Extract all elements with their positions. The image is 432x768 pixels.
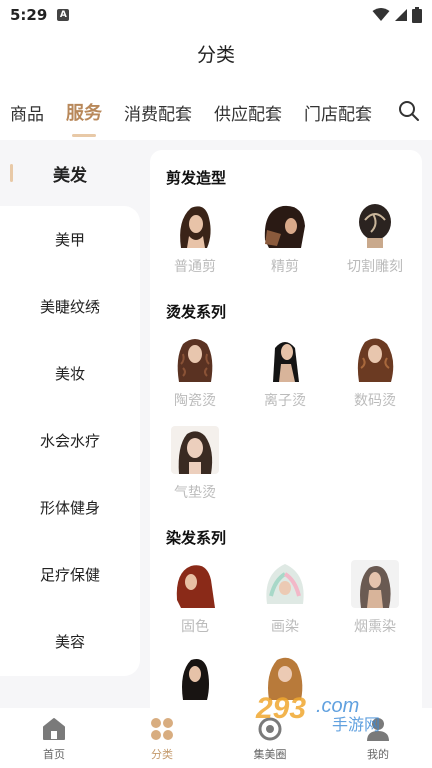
hair-photo-icon xyxy=(261,652,309,700)
status-bar: 5:29 A xyxy=(0,0,432,30)
service-item[interactable]: 固色 xyxy=(150,560,240,636)
category-icon xyxy=(151,718,173,740)
item-label: 画染 xyxy=(271,619,299,635)
user-icon xyxy=(367,718,389,741)
tab-consumer-supplies[interactable]: 消费配套 xyxy=(124,100,192,125)
notification-icon: A xyxy=(57,9,70,21)
service-item[interactable] xyxy=(150,652,240,700)
item-label: 普通剪 xyxy=(174,259,216,275)
sidebar-item-label: 美发 xyxy=(53,165,87,186)
service-item[interactable]: 切割雕刻 xyxy=(330,200,420,276)
top-tab-bar: 商品 服务 消费配套 供应配套 门店配套 xyxy=(0,92,432,137)
wifi-icon xyxy=(372,8,390,21)
tab-goods[interactable]: 商品 xyxy=(10,100,44,125)
sidebar-item-label: 水会水疗 xyxy=(39,432,100,450)
sidebar-item-active[interactable]: 美发 xyxy=(0,140,140,206)
nav-label: 分类 xyxy=(151,748,173,761)
hair-photo-icon xyxy=(261,334,309,382)
tab-store-supplies[interactable]: 门店配套 xyxy=(304,100,372,125)
item-label: 切割雕刻 xyxy=(347,259,403,275)
service-item[interactable]: 画染 xyxy=(240,560,330,636)
item-label: 离子烫 xyxy=(264,393,306,409)
service-item[interactable]: 陶瓷烫 xyxy=(150,334,240,410)
service-item[interactable]: 普通剪 xyxy=(150,200,240,276)
nav-circle[interactable]: 集美圈 xyxy=(216,708,324,768)
status-icons xyxy=(372,7,422,23)
hair-photo-icon xyxy=(171,200,219,248)
service-item[interactable]: 精剪 xyxy=(240,200,330,276)
sidebar-item-label: 美妆 xyxy=(54,365,85,383)
item-label: 陶瓷烫 xyxy=(174,393,216,409)
sidebar: 美甲 美睫纹绣 美妆 水会水疗 形体健身 足疗保健 美容 xyxy=(0,206,140,676)
section-title: 剪发造型 xyxy=(166,169,227,187)
sidebar-item-fitness[interactable]: 形体健身 xyxy=(0,474,140,541)
hair-photo-icon xyxy=(261,200,309,248)
hair-photo-icon xyxy=(351,200,399,248)
section-haircut: 剪发造型 普通剪 精剪 切割雕刻 xyxy=(150,166,422,292)
sidebar-item-label: 美甲 xyxy=(54,231,85,249)
sidebar-item-foot-care[interactable]: 足疗保健 xyxy=(0,541,140,608)
section-title: 烫发系列 xyxy=(166,303,227,321)
hair-photo-icon xyxy=(171,334,219,382)
section-title: 染发系列 xyxy=(166,529,227,547)
section-dye: 染发系列 固色 画染 烟熏染 xyxy=(150,526,422,708)
hair-photo-icon xyxy=(171,560,219,608)
nav-mine[interactable]: 我的 xyxy=(324,708,432,768)
circle-icon xyxy=(258,717,282,741)
sidebar-item-label: 足疗保健 xyxy=(39,566,100,584)
sidebar-item-spa[interactable]: 水会水疗 xyxy=(0,407,140,474)
item-label: 烟熏染 xyxy=(354,619,396,635)
service-item[interactable]: 气垫烫 xyxy=(150,426,240,502)
sidebar-item-nail[interactable]: 美甲 xyxy=(0,206,140,273)
service-item[interactable]: 数码烫 xyxy=(330,334,420,410)
signal-icon xyxy=(395,9,407,21)
service-item[interactable]: 离子烫 xyxy=(240,334,330,410)
content-area: 美发 美甲 美睫纹绣 美妆 水会水疗 形体健身 足疗保健 美容 剪发造型 普通剪… xyxy=(0,140,432,708)
nav-label: 集美圈 xyxy=(253,748,287,761)
hair-photo-icon xyxy=(171,426,219,474)
sidebar-item-label: 美睫纹绣 xyxy=(39,298,100,316)
home-icon xyxy=(43,718,65,740)
status-time: 5:29 xyxy=(10,6,48,24)
nav-home[interactable]: 首页 xyxy=(0,708,108,768)
sidebar-item-lash-tattoo[interactable]: 美睫纹绣 xyxy=(0,273,140,340)
item-label: 精剪 xyxy=(271,259,299,275)
bottom-nav: 首页 分类 集美圈 我的 xyxy=(0,708,432,768)
nav-label: 我的 xyxy=(367,748,389,761)
page-title: 分类 xyxy=(196,44,235,66)
tab-supply-supplies[interactable]: 供应配套 xyxy=(214,100,282,125)
hair-photo-icon xyxy=(171,652,219,700)
item-label: 气垫烫 xyxy=(174,485,216,501)
hair-photo-icon xyxy=(351,560,399,608)
sidebar-item-label: 形体健身 xyxy=(39,499,100,517)
hair-photo-icon xyxy=(351,334,399,382)
item-label: 数码烫 xyxy=(354,393,396,409)
service-item[interactable]: 烟熏染 xyxy=(330,560,420,636)
nav-category[interactable]: 分类 xyxy=(108,708,216,768)
search-icon[interactable] xyxy=(398,100,420,122)
sidebar-item-beauty[interactable]: 美容 xyxy=(0,608,140,675)
sidebar-item-makeup[interactable]: 美妆 xyxy=(0,340,140,407)
hair-photo-icon xyxy=(261,560,309,608)
section-perm: 烫发系列 陶瓷烫 离子烫 数码烫 气垫烫 xyxy=(150,300,422,518)
service-item[interactable] xyxy=(240,652,330,700)
item-label: 固色 xyxy=(181,619,209,635)
category-panel: 剪发造型 普通剪 精剪 切割雕刻 烫发系列 陶瓷烫 离子烫 数码烫 气垫烫 染发… xyxy=(150,150,422,708)
nav-label: 首页 xyxy=(43,748,65,761)
battery-icon xyxy=(412,7,422,23)
tab-services[interactable]: 服务 xyxy=(66,99,102,137)
sidebar-item-label: 美容 xyxy=(54,633,85,651)
